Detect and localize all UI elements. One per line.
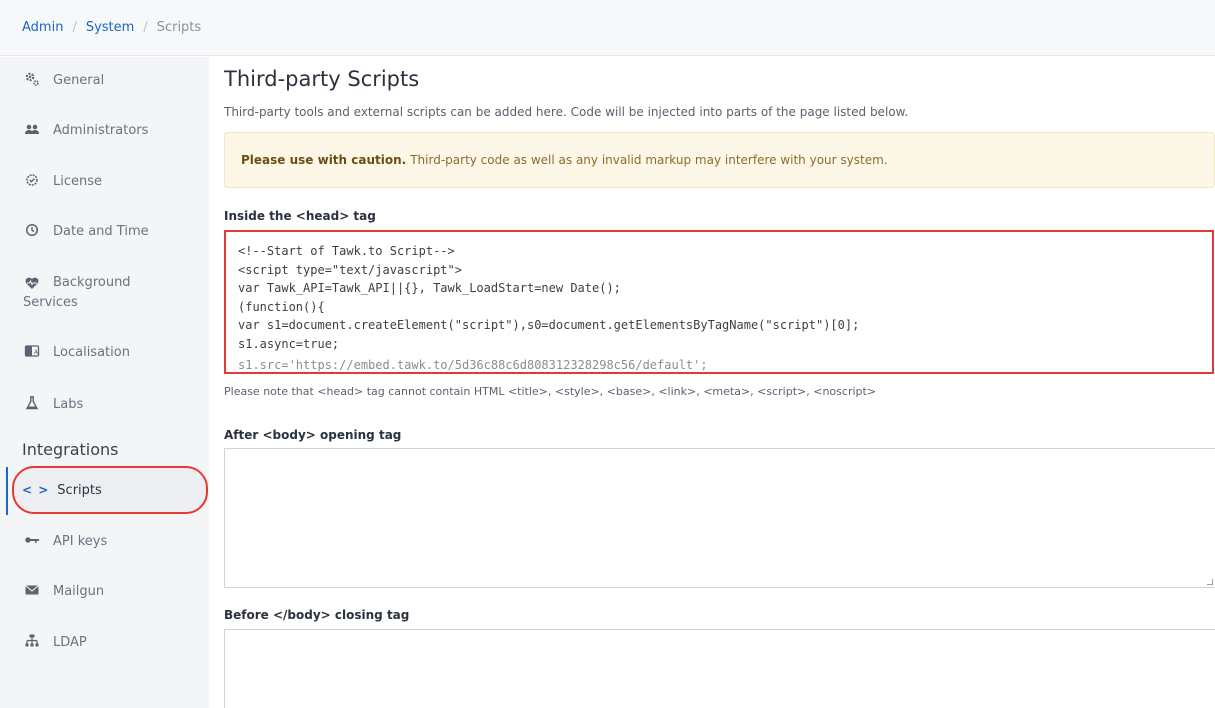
body-open-textarea[interactable] <box>224 448 1215 588</box>
sidebar-item-label: License <box>53 174 103 189</box>
body-close-label: Before </body> closing tag <box>224 608 410 622</box>
gears-icon <box>24 71 40 87</box>
resize-handle-icon[interactable] <box>1207 579 1213 585</box>
envelope-icon <box>24 582 40 598</box>
sidebar-item-license[interactable]: License <box>0 172 209 192</box>
sidebar-item-mailgun[interactable]: Mailgun <box>0 582 209 602</box>
sidebar: General Administrators License Date and … <box>0 57 209 708</box>
sidebar-item-label: LDAP <box>53 635 87 650</box>
code-line: <script type="text/javascript"> <box>238 262 462 277</box>
code-icon: < > <box>22 483 50 497</box>
badge-icon <box>24 172 40 188</box>
code-line: var Tawk_API=Tawk_API||{}, Tawk_LoadStar… <box>238 281 621 295</box>
sidebar-item-administrators[interactable]: Administrators <box>0 121 209 141</box>
sidebar-item-scripts[interactable]: < > Scripts <box>12 466 208 514</box>
code-line: <!--Start of Tawk.to Script--> <box>238 244 455 258</box>
language-icon: A <box>24 343 40 359</box>
sidebar-item-localisation[interactable]: A Localisation <box>0 343 209 363</box>
clock-icon <box>24 222 40 238</box>
sidebar-item-label: API keys <box>53 534 108 549</box>
alert-strong-text: Please use with caution. <box>241 153 407 167</box>
head-tag-help-note: Please note that <head> tag cannot conta… <box>224 385 877 398</box>
code-line: (function(){ <box>238 299 325 314</box>
sidebar-item-api-keys[interactable]: API keys <box>0 532 209 552</box>
sidebar-item-label: Date and Time <box>53 224 149 239</box>
sidebar-item-label: Mailgun <box>53 584 105 599</box>
head-tag-label: Inside the <head> tag <box>224 209 376 223</box>
code-line: s1.async=true; <box>238 336 340 351</box>
sidebar-item-label: Scripts <box>57 482 102 498</box>
body-close-textarea[interactable] <box>224 629 1215 708</box>
head-script-textarea[interactable]: <!--Start of Tawk.to Script--> <script t… <box>224 230 1214 374</box>
sidebar-item-label: Services <box>23 295 78 310</box>
users-icon <box>24 121 40 137</box>
sidebar-item-label: Labs <box>53 397 84 412</box>
alert-text: Third-party code as well as any invalid … <box>410 153 888 167</box>
key-icon <box>24 532 40 548</box>
sidebar-item-ldap[interactable]: LDAP <box>0 633 209 653</box>
sitemap-icon <box>24 633 40 649</box>
flask-icon <box>24 395 40 411</box>
page-title: Third-party Scripts <box>224 67 420 91</box>
breadcrumb-system-link[interactable]: System <box>86 20 134 35</box>
body-open-label: After <body> opening tag <box>224 428 402 442</box>
sidebar-item-label: General <box>53 73 105 88</box>
sidebar-item-label: Background <box>53 275 131 290</box>
code-line: s1.src='https://embed.tawk.to/5d36c88c6d… <box>238 358 708 372</box>
breadcrumb: Admin / System / Scripts <box>0 0 1215 56</box>
sidebar-item-background-services[interactable]: Background Services <box>0 273 209 313</box>
sidebar-item-general[interactable]: General <box>0 71 209 91</box>
sidebar-item-date-and-time[interactable]: Date and Time <box>0 222 209 242</box>
sidebar-item-label: Localisation <box>53 345 130 360</box>
caution-alert: Please use with caution. Third-party cod… <box>224 132 1215 188</box>
breadcrumb-separator: / <box>72 20 77 35</box>
sidebar-section-integrations: Integrations <box>22 440 119 459</box>
breadcrumb-admin-link[interactable]: Admin <box>22 20 63 35</box>
sidebar-item-label: Administrators <box>53 123 149 138</box>
page-description: Third-party tools and external scripts c… <box>224 105 909 119</box>
active-indicator <box>6 467 8 515</box>
heartbeat-icon <box>24 275 40 291</box>
breadcrumb-separator: / <box>143 20 148 35</box>
breadcrumb-current: Scripts <box>156 20 202 35</box>
sidebar-item-labs[interactable]: Labs <box>0 395 209 415</box>
code-line: var s1=document.createElement("script"),… <box>238 318 860 332</box>
